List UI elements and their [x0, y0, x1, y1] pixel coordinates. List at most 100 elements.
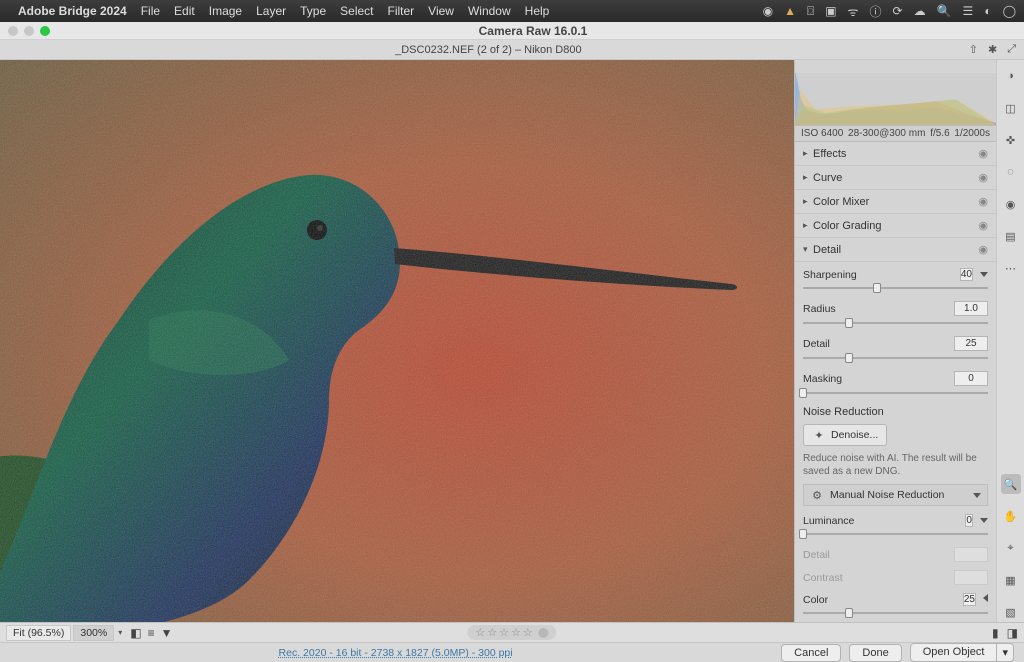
noise-reduction-heading: Noise Reduction: [803, 406, 988, 418]
luminance-disclosure[interactable]: [980, 518, 988, 523]
section-color-mixer[interactable]: ▸ Color Mixer ◉: [795, 190, 996, 214]
menu-type[interactable]: Type: [300, 4, 326, 18]
menu-window[interactable]: Window: [468, 4, 511, 18]
crop-tool-icon[interactable]: ◫: [1001, 98, 1021, 118]
hand-tool-icon[interactable]: ✋: [1001, 506, 1021, 526]
filmstrip-toggle-icon[interactable]: ▮: [992, 626, 999, 640]
exif-iso: ISO 6400: [801, 128, 843, 139]
color-slider[interactable]: [803, 608, 988, 618]
workflow-info[interactable]: Rec. 2020 - 16 bit - 2738 x 1827 (5.0MP)…: [10, 647, 781, 659]
color-disclosure[interactable]: [983, 594, 988, 602]
color-value[interactable]: 25: [963, 593, 976, 606]
histogram[interactable]: ◤ ◥: [795, 60, 996, 126]
luminance-value[interactable]: 0: [965, 514, 973, 527]
minimize-window-icon[interactable]: [24, 26, 34, 36]
visibility-icon[interactable]: ◉: [978, 195, 988, 208]
more-tool-icon[interactable]: ⋯: [1001, 258, 1021, 278]
status-control-icon[interactable]: ☰: [963, 4, 974, 18]
status-record-icon[interactable]: ◉: [763, 4, 773, 18]
star-icon[interactable]: ☆: [511, 626, 521, 639]
zoom-level[interactable]: 300%: [73, 625, 114, 641]
highlight-clip-icon[interactable]: ◥: [795, 60, 996, 73]
visibility-icon[interactable]: ◉: [978, 219, 988, 232]
status-siri-icon[interactable]: ◯: [1003, 4, 1016, 18]
status-display-icon[interactable]: ▣: [825, 4, 836, 18]
manual-noise-reduction-row[interactable]: ⚙ Manual Noise Reduction: [803, 484, 988, 506]
heal-tool-icon[interactable]: ✜: [1001, 130, 1021, 150]
status-user-icon[interactable]: ◐: [984, 4, 991, 18]
menu-layer[interactable]: Layer: [256, 4, 286, 18]
star-icon[interactable]: ☆: [523, 626, 533, 639]
settings-icon[interactable]: ✱: [988, 43, 997, 56]
macos-menubar: Adobe Bridge 2024 File Edit Image Layer …: [0, 0, 1024, 22]
status-sync-icon[interactable]: ⟳: [893, 4, 903, 18]
sharpening-slider[interactable]: [803, 283, 988, 293]
radius-value[interactable]: 1.0: [954, 301, 988, 316]
app-name[interactable]: Adobe Bridge 2024: [18, 4, 127, 18]
compare-before-icon[interactable]: ◧: [130, 626, 141, 640]
section-curve[interactable]: ▸ Curve ◉: [795, 166, 996, 190]
zoom-dropdown-icon[interactable]: ▾: [116, 628, 124, 637]
fit-button[interactable]: Fit (96.5%): [6, 625, 71, 641]
grid-tool-icon[interactable]: ▦: [1001, 570, 1021, 590]
rating-bar[interactable]: ☆ ☆ ☆ ☆ ☆: [467, 625, 556, 640]
export-icon[interactable]: ⇧: [969, 43, 978, 56]
denoise-button[interactable]: ✦ Denoise...: [803, 424, 887, 446]
star-icon[interactable]: ☆: [475, 626, 485, 639]
open-object-button[interactable]: Open Object: [910, 643, 998, 662]
radius-slider[interactable]: [803, 318, 988, 328]
menu-edit[interactable]: Edit: [174, 4, 195, 18]
status-cloud-icon[interactable]: ▲: [784, 4, 796, 18]
section-detail-body: Sharpening 40 Radius 1.0: [795, 262, 996, 622]
cancel-button[interactable]: Cancel: [781, 644, 841, 662]
maximize-window-icon[interactable]: [40, 26, 50, 36]
window-title: Camera Raw 16.0.1: [50, 24, 1016, 38]
sharpening-value[interactable]: 40: [960, 268, 973, 281]
redeye-tool-icon[interactable]: ◉: [1001, 194, 1021, 214]
star-icon[interactable]: ☆: [487, 626, 497, 639]
section-color-grading[interactable]: ▸ Color Grading ◉: [795, 214, 996, 238]
image-preview[interactable]: [0, 60, 794, 622]
menu-help[interactable]: Help: [525, 4, 550, 18]
fullscreen-icon[interactable]: ⤢: [1007, 43, 1016, 56]
detail-value[interactable]: 25: [954, 336, 988, 351]
status-shield-icon[interactable]: ⌼: [807, 4, 814, 19]
visibility-icon[interactable]: ◉: [978, 243, 988, 256]
menu-select[interactable]: Select: [340, 4, 373, 18]
status-wifi-icon[interactable]: ᯤ: [848, 3, 859, 20]
status-search-icon[interactable]: 🔍: [937, 4, 952, 18]
open-dropdown-icon[interactable]: ▾: [997, 643, 1014, 662]
view-mode-icon[interactable]: ≡: [148, 626, 155, 640]
mask-tool-icon[interactable]: ◌: [1001, 162, 1021, 182]
compare-split-icon[interactable]: ◨: [1007, 626, 1018, 640]
menu-image[interactable]: Image: [209, 4, 242, 18]
menu-view[interactable]: View: [428, 4, 454, 18]
color-flag-icon[interactable]: [539, 628, 549, 638]
status-cc-icon[interactable]: ☁: [914, 4, 926, 18]
visibility-icon[interactable]: ◉: [978, 171, 988, 184]
detail-slider[interactable]: [803, 353, 988, 363]
zoom-tool-icon[interactable]: 🔍: [1001, 474, 1021, 494]
sharpening-disclosure[interactable]: [980, 272, 988, 277]
menu-filter[interactable]: Filter: [388, 4, 415, 18]
filter-icon[interactable]: ▼: [161, 626, 173, 640]
star-icon[interactable]: ☆: [499, 626, 509, 639]
status-info-icon[interactable]: ⓘ: [870, 3, 882, 20]
section-detail[interactable]: ▾ Detail ◉: [795, 238, 996, 262]
sampler-tool-icon[interactable]: ⌖: [1001, 538, 1021, 558]
done-button[interactable]: Done: [849, 644, 901, 662]
visibility-icon[interactable]: ◉: [978, 147, 988, 160]
section-effects[interactable]: ▸ Effects ◉: [795, 142, 996, 166]
edit-tool-icon[interactable]: ◑: [1001, 66, 1021, 86]
menu-file[interactable]: File: [141, 4, 160, 18]
close-window-icon[interactable]: [8, 26, 18, 36]
exif-shutter: 1/2000s: [954, 128, 990, 139]
traffic-lights[interactable]: [8, 26, 50, 36]
presets-tool-icon[interactable]: ▤: [1001, 226, 1021, 246]
snapshot-tool-icon[interactable]: ▧: [1001, 602, 1021, 622]
masking-slider[interactable]: [803, 388, 988, 398]
masking-value[interactable]: 0: [954, 371, 988, 386]
chevron-right-icon: ▸: [803, 172, 813, 183]
luminance-slider[interactable]: [803, 529, 988, 539]
manual-disclosure[interactable]: [973, 493, 981, 498]
